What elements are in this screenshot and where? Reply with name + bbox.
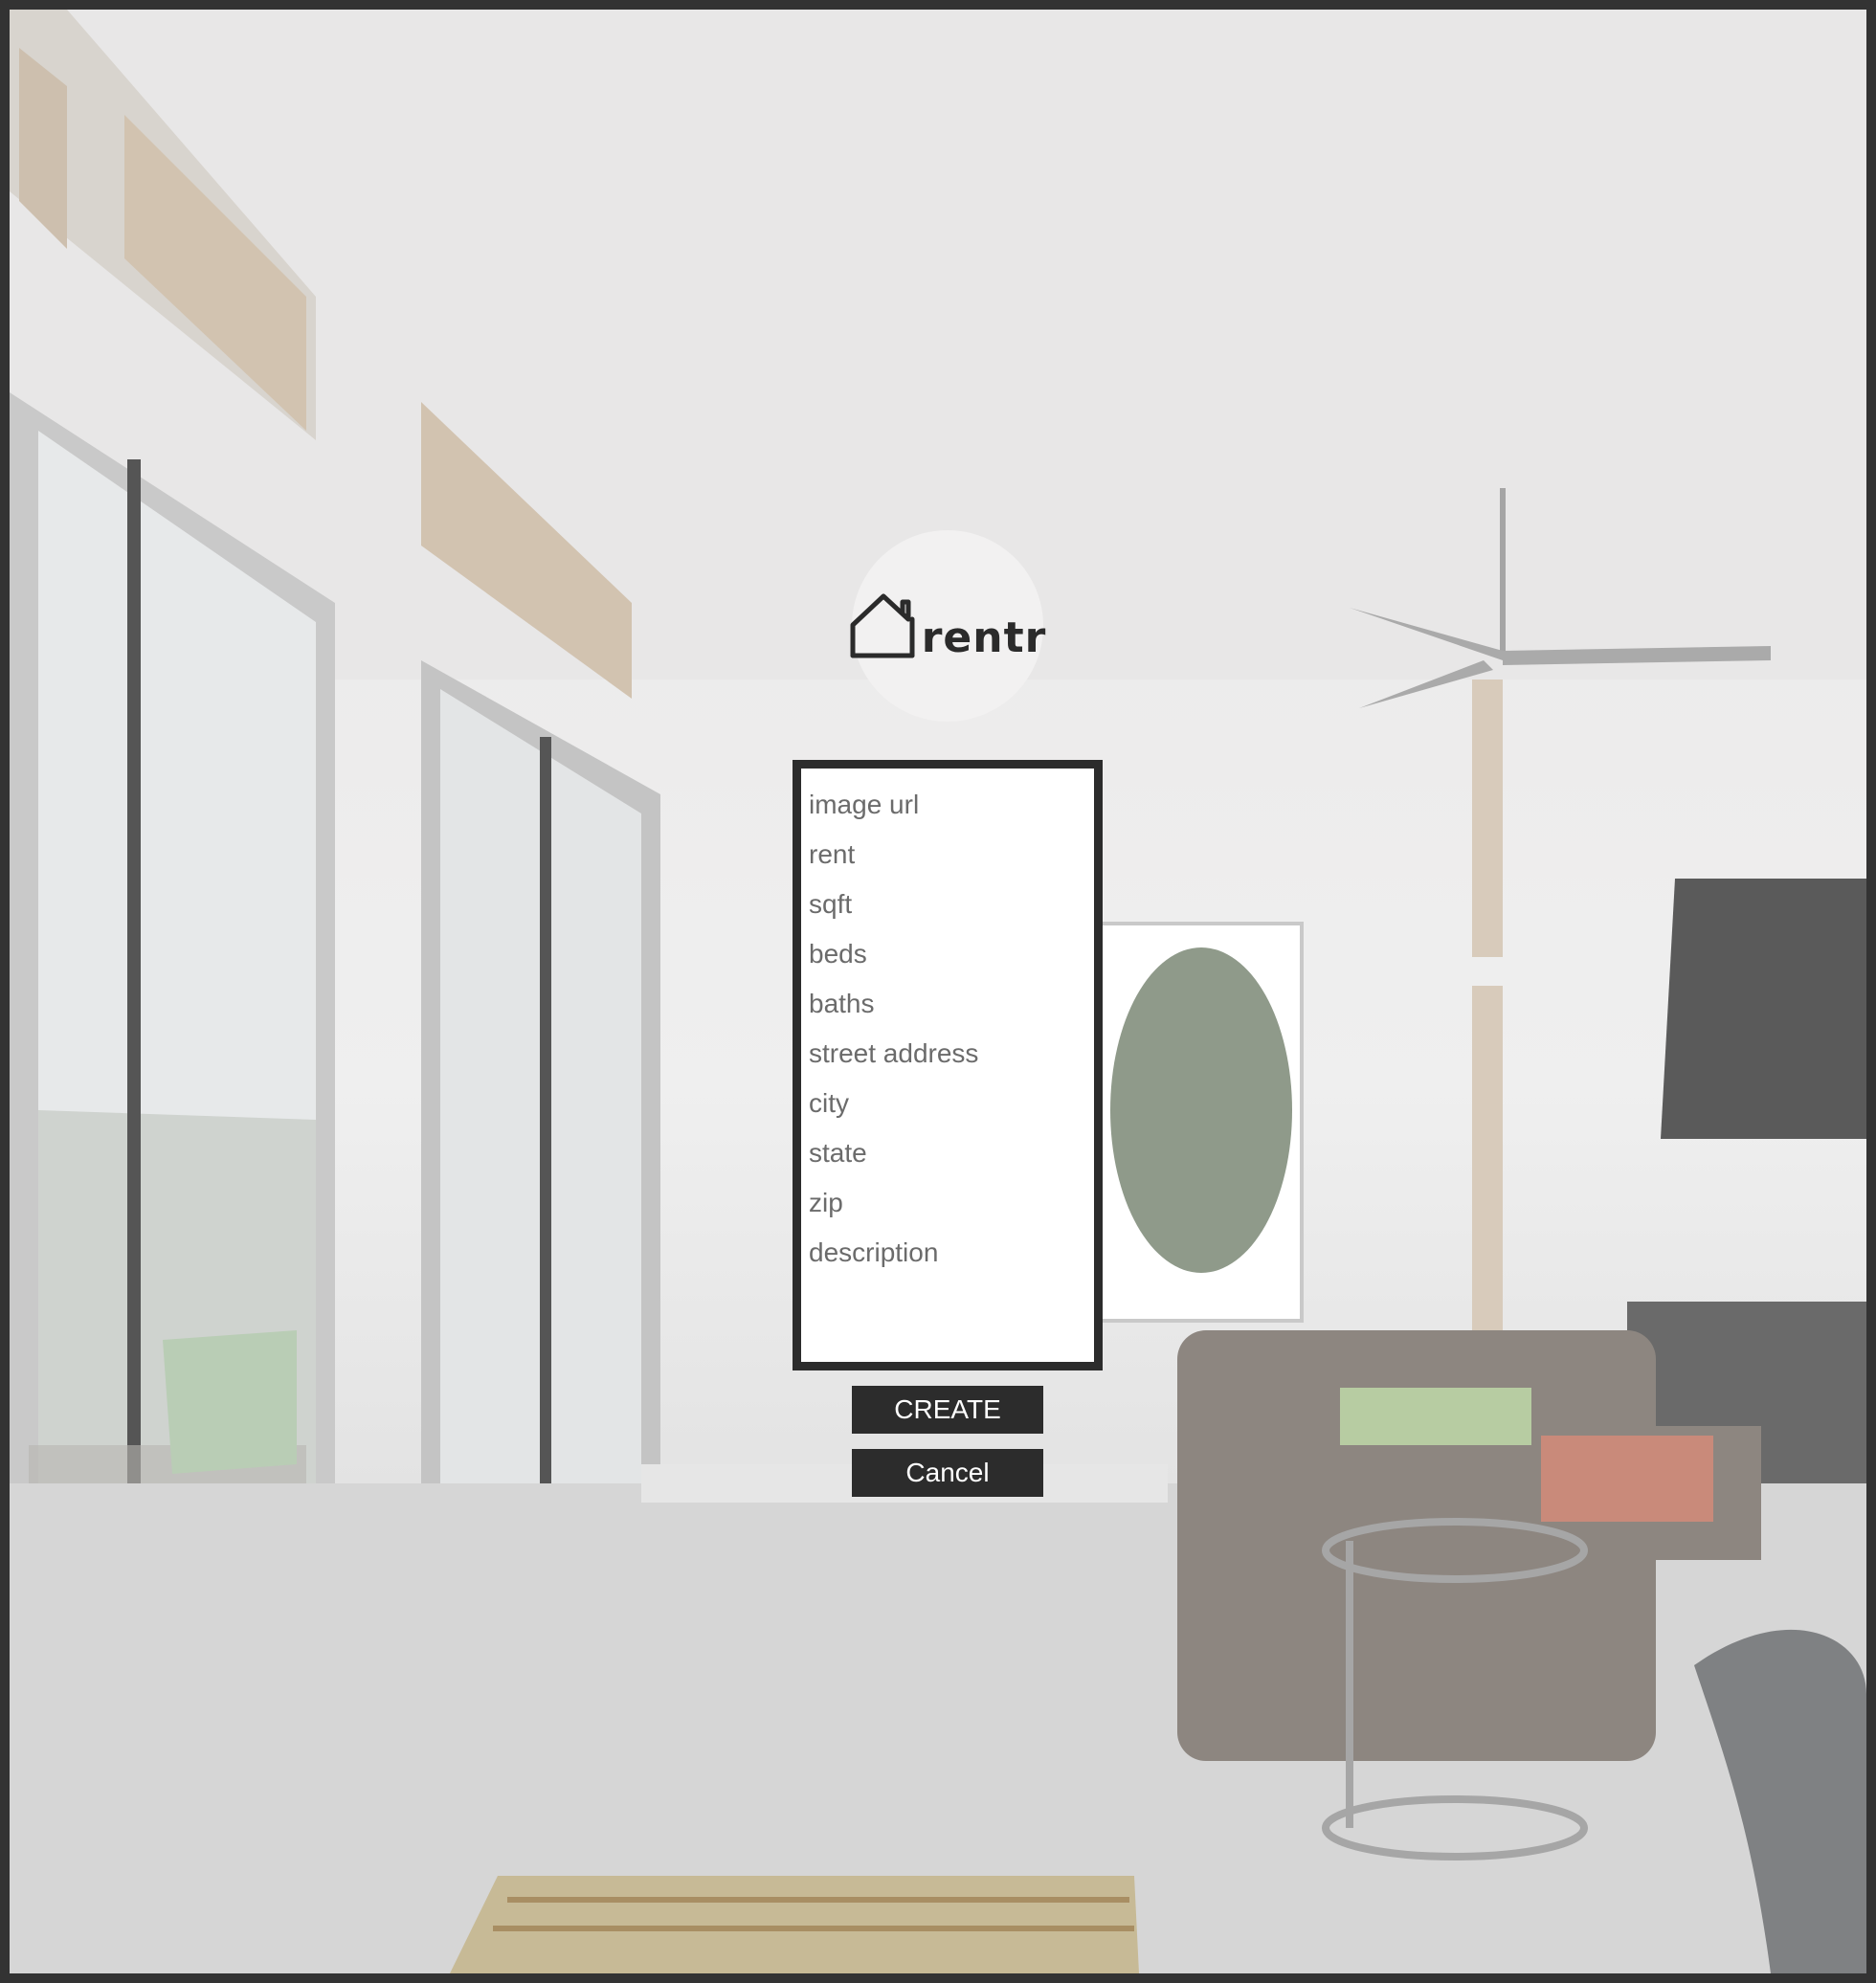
create-button[interactable]: CREATE — [852, 1386, 1043, 1434]
cancel-button[interactable]: Cancel — [852, 1449, 1043, 1497]
zip-input[interactable] — [801, 1178, 1084, 1228]
logo-wordmark: rentr — [921, 613, 1047, 662]
beds-input[interactable] — [801, 929, 1084, 979]
logo-mark: rentr — [849, 590, 1047, 661]
window-frame: rentr CREATE Cancel — [0, 0, 1876, 1983]
house-outline-icon — [850, 593, 915, 658]
image-url-input[interactable] — [801, 780, 1084, 830]
description-input[interactable] — [801, 1228, 1084, 1278]
state-input[interactable] — [801, 1128, 1084, 1178]
create-listing-form — [793, 760, 1103, 1370]
street-address-input[interactable] — [801, 1029, 1084, 1079]
sqft-input[interactable] — [801, 880, 1084, 929]
city-input[interactable] — [801, 1079, 1084, 1128]
baths-input[interactable] — [801, 979, 1084, 1029]
background-scene: rentr CREATE Cancel — [10, 10, 1866, 1973]
logo: rentr — [850, 530, 1045, 722]
rent-input[interactable] — [801, 830, 1084, 880]
